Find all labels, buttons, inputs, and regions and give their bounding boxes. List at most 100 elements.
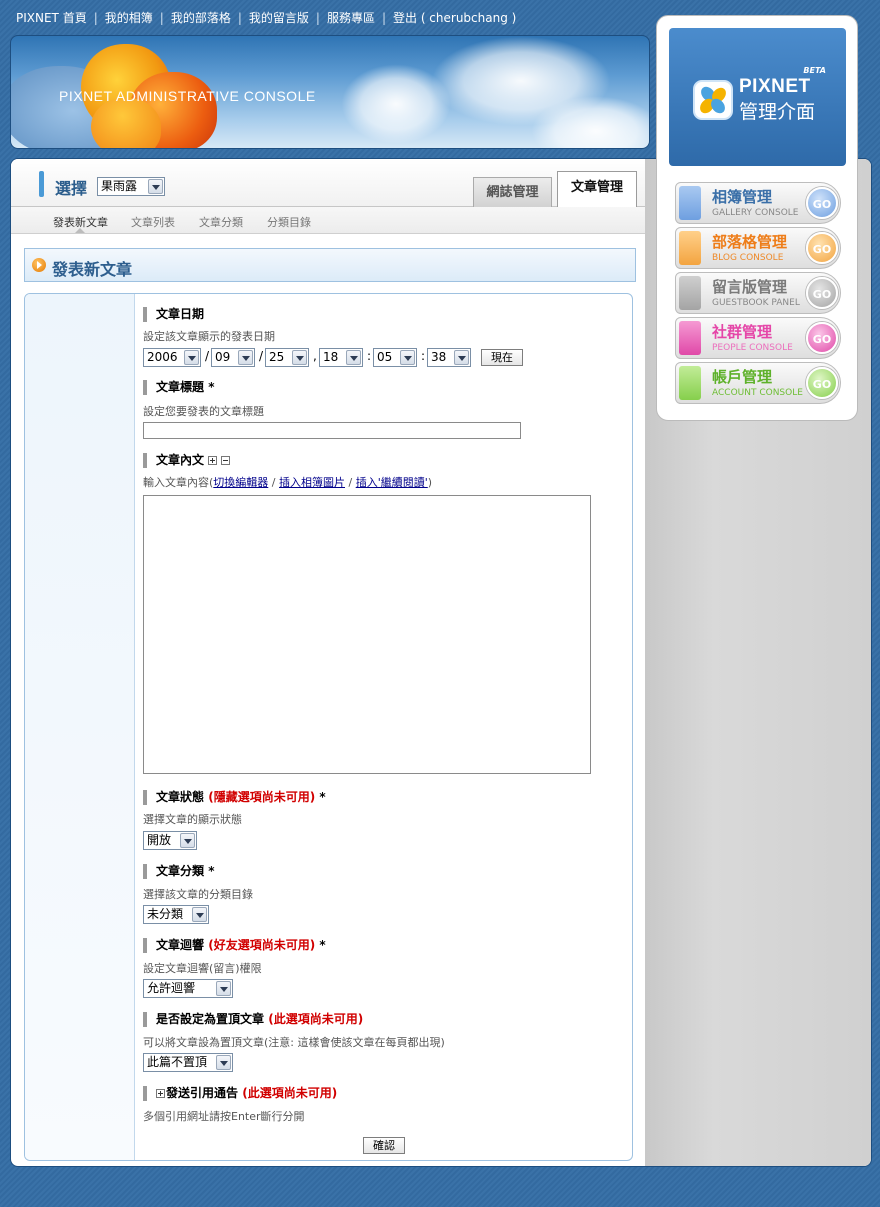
sub-navigation: 發表新文章 文章列表 文章分類 分類目錄: [11, 207, 645, 234]
body-description: 輸入文章內容(切換編輯器 / 插入相簿圖片 / 插入'繼續閱讀'): [143, 474, 432, 490]
topnav-divider: |: [159, 11, 164, 25]
banner-title: PIXNET ADMINISTRATIVE CONSOLE: [59, 88, 316, 104]
category-select[interactable]: 未分類: [143, 905, 209, 924]
insert-album-photo-link[interactable]: 插入相簿圖片: [279, 476, 345, 489]
day-value: 25: [269, 350, 285, 364]
status-value: 開放: [147, 833, 172, 847]
topnav-logout-link[interactable]: 登出 ( cherubchang ): [393, 11, 516, 25]
color-swatch: [679, 231, 701, 265]
required-marker: *: [319, 938, 326, 952]
required-marker: *: [208, 864, 215, 878]
topnav-home-link[interactable]: PIXNET 首頁: [16, 11, 87, 25]
response-value: 允許迴響: [147, 981, 196, 995]
trackback-description: 多個引用網址請按Enter斷行分開: [143, 1110, 305, 1123]
date-separator: /: [205, 349, 210, 363]
now-button[interactable]: 現在: [481, 349, 523, 366]
time-separator: :: [367, 349, 372, 363]
trackback-title-text: 發送引用通告: [166, 1086, 239, 1100]
guestbook-console-button[interactable]: 留言版管理 GUESTBOOK PANEL GO: [675, 272, 841, 314]
post-form: 文章日期 設定該文章顯示的發表日期 2006 / 09 / 25 , 18 : …: [24, 293, 633, 1161]
hour-value: 18: [323, 350, 339, 364]
subject-section-title: 文章標題 *: [143, 380, 214, 395]
hour-select[interactable]: 18: [319, 348, 363, 367]
sticky-section-title: 是否設定為置頂文章 (此選項尚未可用): [143, 1012, 363, 1027]
second-value: 38: [431, 350, 447, 364]
people-console-button[interactable]: 社群管理 PEOPLE CONSOLE GO: [675, 317, 841, 359]
topnav-divider: |: [237, 11, 242, 25]
body-title-text: 文章內文: [156, 453, 205, 467]
topnav-albums-link[interactable]: 我的相簿: [105, 11, 153, 25]
pixnet-logo-icon: [693, 80, 733, 120]
sticky-description: 可以將文章設為置頂文章(注意: 這樣會使該文章在每頁都出現): [143, 1036, 445, 1049]
pixnet-logo-panel: BETA PIXNET 管理介面: [669, 28, 846, 166]
sticky-select[interactable]: 此篇不置頂: [143, 1053, 233, 1072]
year-select[interactable]: 2006: [143, 348, 201, 367]
go-icon: GO: [806, 322, 838, 354]
chevron-down-icon: [454, 350, 469, 365]
console-title: 留言版管理: [712, 278, 788, 296]
blog-toolbar: 選擇 果雨露 網誌管理 文章管理: [11, 159, 645, 208]
day-select[interactable]: 25: [265, 348, 309, 367]
second-select[interactable]: 38: [427, 348, 471, 367]
accent-bar: [39, 171, 44, 197]
chevron-down-icon: [292, 350, 307, 365]
body-textarea[interactable]: [143, 495, 591, 774]
required-marker: *: [319, 790, 326, 804]
top-navigation: PIXNET 首頁 | 我的相簿 | 我的部落格 | 我的留言版 | 服務專區 | 登出 ( che…: [16, 9, 516, 25]
expand-plus-icon[interactable]: [156, 1089, 165, 1098]
subnav-post-categories[interactable]: 文章分類: [199, 214, 243, 230]
topnav-divider: |: [93, 11, 98, 25]
category-description: 選擇該文章的分類目錄: [143, 888, 253, 901]
color-swatch: [679, 321, 701, 355]
topnav-service-link[interactable]: 服務專區: [327, 11, 375, 25]
expand-plus-icon[interactable]: [208, 456, 218, 465]
color-swatch: [679, 366, 701, 400]
console-subtitle: PEOPLE CONSOLE: [712, 343, 793, 353]
chevron-down-icon: [238, 350, 253, 365]
status-section-title: 文章狀態 (隱藏選項尚未可用) *: [143, 790, 326, 805]
status-select[interactable]: 開放: [143, 831, 197, 850]
link-separator: /: [268, 476, 279, 489]
tab-blog-manage[interactable]: 網誌管理: [473, 177, 552, 207]
date-description: 設定該文章顯示的發表日期: [143, 330, 275, 343]
subject-input[interactable]: [143, 422, 521, 439]
chevron-down-icon: [216, 981, 231, 996]
go-icon: GO: [806, 187, 838, 219]
console-subtitle: GALLERY CONSOLE: [712, 208, 799, 218]
submit-button[interactable]: 確認: [363, 1137, 405, 1154]
blog-select[interactable]: 果雨露: [97, 177, 165, 196]
go-icon: GO: [806, 232, 838, 264]
go-icon: GO: [806, 277, 838, 309]
blog-console-button[interactable]: 部落格管理 BLOG CONSOLE GO: [675, 227, 841, 269]
color-swatch: [679, 276, 701, 310]
topnav-blog-link[interactable]: 我的部落格: [171, 11, 231, 25]
account-console-button[interactable]: 帳戶管理 ACCOUNT CONSOLE GO: [675, 362, 841, 404]
chevron-down-icon: [148, 179, 163, 194]
gallery-console-button[interactable]: 相簿管理 GALLERY CONSOLE GO: [675, 182, 841, 224]
topnav-guestbook-link[interactable]: 我的留言版: [249, 11, 309, 25]
link-separator: /: [345, 476, 356, 489]
flower-petal-graphic: [91, 98, 161, 148]
insert-read-more-link[interactable]: 插入'繼續閱讀': [356, 476, 428, 489]
subject-title-text: 文章標題: [156, 380, 205, 394]
subnav-post-list[interactable]: 文章列表: [131, 214, 175, 230]
brand-subtitle: 管理介面: [739, 101, 816, 123]
sticky-value: 此篇不置頂: [147, 1055, 208, 1069]
collapse-minus-icon[interactable]: [221, 456, 231, 465]
month-value: 09: [215, 350, 231, 364]
arrow-bullet-icon: [32, 258, 46, 272]
blog-select-label: 選擇: [55, 179, 88, 198]
sticky-note: (此選項尚未可用): [268, 1012, 364, 1026]
tab-article-manage[interactable]: 文章管理: [557, 171, 637, 208]
sticky-title-text: 是否設定為置頂文章: [156, 1012, 265, 1026]
chevron-down-icon: [400, 350, 415, 365]
month-select[interactable]: 09: [211, 348, 255, 367]
date-time-separator: ,: [313, 349, 317, 363]
response-select[interactable]: 允許迴響: [143, 979, 233, 998]
subnav-category-directory[interactable]: 分類目錄: [267, 214, 311, 230]
date-title-text: 文章日期: [156, 307, 205, 321]
response-description: 設定文章迴響(留言)權限: [143, 962, 262, 975]
switch-editor-link[interactable]: 切換編輯器: [213, 476, 268, 489]
time-separator: :: [421, 349, 426, 363]
minute-select[interactable]: 05: [373, 348, 417, 367]
